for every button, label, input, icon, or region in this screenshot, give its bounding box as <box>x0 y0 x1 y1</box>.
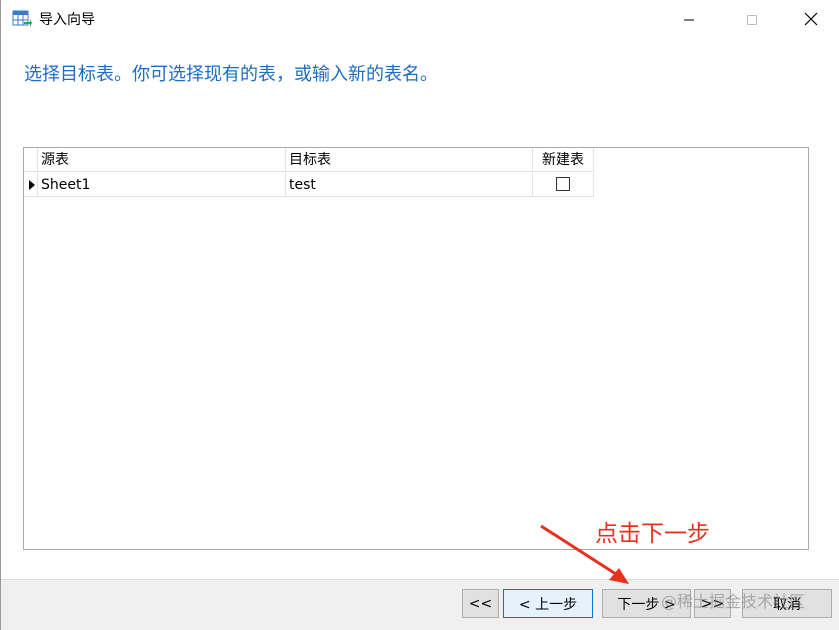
current-row-arrow-icon <box>29 180 35 190</box>
target-table-cell[interactable]: test <box>286 173 533 197</box>
column-header-new-table[interactable]: 新建表 <box>533 148 594 172</box>
row-selector[interactable] <box>24 173 38 197</box>
source-table-cell[interactable]: Sheet1 <box>38 173 286 197</box>
maximize-button[interactable] <box>729 0 775 40</box>
new-table-cell[interactable] <box>533 173 594 197</box>
minimize-button[interactable] <box>666 0 712 40</box>
table-row[interactable]: Sheet1 test <box>24 173 594 197</box>
maximize-icon <box>746 11 758 30</box>
page-heading: 选择目标表。你可选择现有的表，或输入新的表名。 <box>24 64 438 85</box>
table-mapping-grid[interactable]: 源表 目标表 新建表 Sheet1 test <box>23 147 809 550</box>
grid-header-row: 源表 目标表 新建表 <box>24 148 594 172</box>
title-bar[interactable]: 导入向导 <box>1 0 839 40</box>
window-title: 导入向导 <box>39 12 95 28</box>
table-import-icon <box>12 9 32 29</box>
import-wizard-window: 导入向导 选择目标表。你可选择现有的表，或输入新的表名。 源表 目标表 新建表 <box>0 0 839 630</box>
watermark: @稀土掘金技术社区 <box>661 592 806 611</box>
first-step-button[interactable]: << <box>462 589 499 618</box>
column-header-target[interactable]: 目标表 <box>286 148 533 172</box>
column-header-source[interactable]: 源表 <box>38 148 286 172</box>
minimize-icon <box>683 11 695 30</box>
row-header-corner <box>24 148 38 172</box>
close-icon <box>804 11 818 30</box>
close-button[interactable] <box>788 0 834 40</box>
previous-step-button[interactable]: < 上一步 <box>503 589 593 618</box>
new-table-checkbox[interactable] <box>556 177 570 191</box>
annotation-callout: 点击下一步 <box>595 521 710 547</box>
